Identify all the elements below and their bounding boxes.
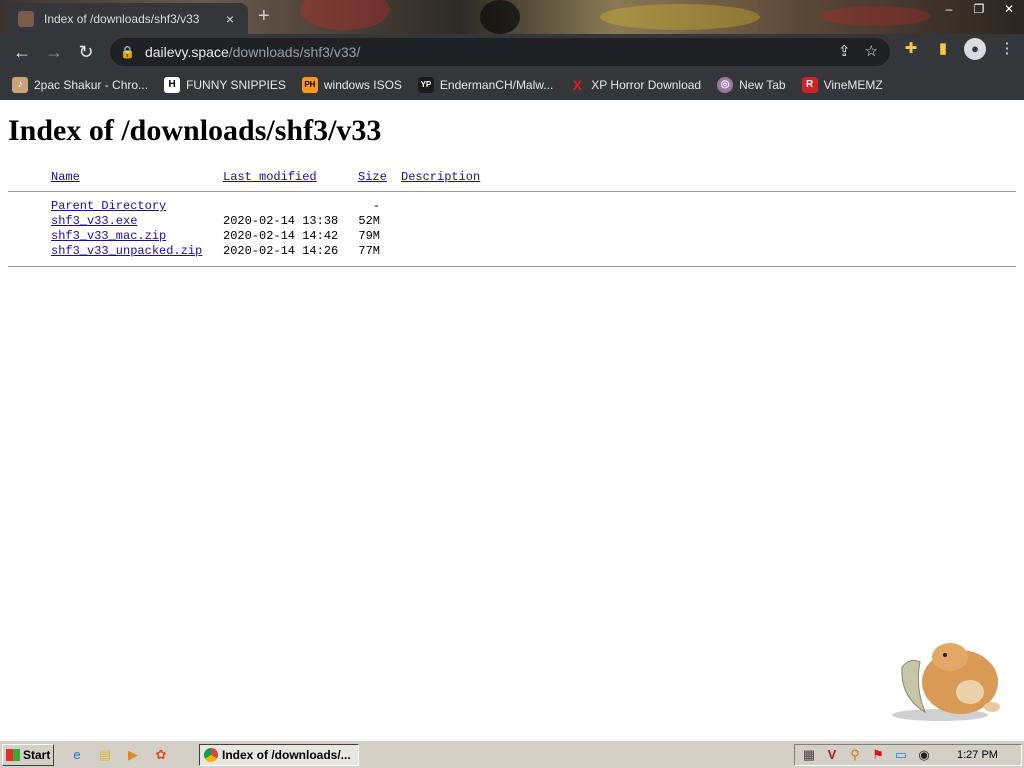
forward-button[interactable]: → <box>38 36 70 68</box>
bookmark-star-icon[interactable]: ☆ <box>865 42 878 60</box>
clock[interactable]: 1:27 PM <box>957 749 998 761</box>
lock-icon[interactable]: 🔒 <box>120 45 135 59</box>
column-header-description[interactable]: Description <box>401 170 480 184</box>
column-header-size[interactable]: Size <box>358 170 387 184</box>
media-player-icon[interactable]: ▶ <box>124 746 142 764</box>
new-tab-button[interactable]: + <box>258 6 270 26</box>
side-panel-icon[interactable]: ▮ <box>932 38 954 60</box>
reload-button[interactable]: ↻ <box>70 36 102 68</box>
bookmark-item[interactable]: R VineMEMZ <box>801 77 883 93</box>
parent-directory-link[interactable]: Parent Directory <box>51 199 166 213</box>
bookmark-item[interactable]: PH windows ISOS <box>301 77 402 93</box>
bookmark-item[interactable]: YP EndermanCH/Malw... <box>417 77 554 93</box>
chrome-icon <box>204 748 218 762</box>
tab-title: Index of /downloads/shf3/v33 <box>44 11 200 26</box>
page-title: Index of /downloads/shf3/v33 <box>8 114 382 147</box>
bookmark-item[interactable]: X XP Horror Download <box>569 77 702 93</box>
browser-toolbar: ← → ↻ 🔒 dailevy.space/downloads/shf3/v33… <box>0 34 1024 70</box>
v-app-icon[interactable]: V <box>824 747 840 763</box>
file-link[interactable]: shf3_v33_unpacked.zip <box>51 244 202 258</box>
bookmark-label: windows ISOS <box>323 78 402 92</box>
bookmark-label: VineMEMZ <box>823 78 883 92</box>
file-link[interactable]: shf3_v33.exe <box>51 214 137 228</box>
app-shortcut-icon[interactable]: ✿ <box>152 746 170 764</box>
media-icon[interactable]: ◉ <box>916 747 932 763</box>
file-list: Parent Directory - shf3_v33.exe 2020-02-… <box>8 199 1016 259</box>
search-icon[interactable]: ⚲ <box>847 747 863 763</box>
bookmark-item[interactable]: H FUNNY SNIPPIES <box>164 77 286 93</box>
windows-taskbar: Start e ▤ ▶ ✿ Index of /downloads/... ▦ … <box>0 740 1024 768</box>
hamster-sticker-image <box>892 643 1000 721</box>
file-size: 77M <box>358 244 380 258</box>
table-row: shf3_v33_unpacked.zip 2020-02-14 14:26 7… <box>8 244 1016 259</box>
table-row: Parent Directory - <box>8 199 1016 214</box>
folder-icon[interactable]: ▤ <box>96 746 114 764</box>
tab-favicon-icon <box>18 10 34 27</box>
address-bar[interactable]: 🔒 dailevy.space/downloads/shf3/v33/ ⇪ ☆ <box>110 38 890 66</box>
table-row: shf3_v33.exe 2020-02-14 13:38 52M <box>8 214 1016 229</box>
x-logo-icon: X <box>572 77 582 93</box>
menu-kebab-icon[interactable]: ⋮ <box>996 38 1018 60</box>
window-controls: – ❐ ✕ <box>934 0 1024 18</box>
music-icon: ♪ <box>12 77 28 93</box>
close-tab-icon[interactable]: × <box>222 11 238 27</box>
file-date: 2020-02-14 14:42 <box>223 229 339 243</box>
back-button[interactable]: ← <box>6 36 38 68</box>
bookmarks-bar: ♪ 2pac Shakur - Chro... H FUNNY SNIPPIES… <box>0 70 1024 100</box>
listing-header: Name Last modified Size Description <box>8 170 1016 185</box>
taskbar-window-chrome[interactable]: Index of /downloads/... <box>199 744 359 766</box>
share-icon[interactable]: ⇪ <box>838 42 851 60</box>
start-button[interactable]: Start <box>2 743 54 766</box>
system-tray: ▦ V ⚲ ⚑ ▭ ◉ 1:27 PM <box>794 744 1022 766</box>
bookmark-label: EndermanCH/Malw... <box>439 78 554 92</box>
file-size: 52M <box>358 214 380 228</box>
file-date: 2020-02-14 13:38 <box>223 214 339 228</box>
monitor-icon[interactable]: ▭ <box>893 747 909 763</box>
flag-icon[interactable]: ⚑ <box>870 747 886 763</box>
file-link[interactable]: shf3_v33_mac.zip <box>51 229 166 243</box>
file-size: - <box>372 199 380 213</box>
url-text[interactable]: dailevy.space/downloads/shf3/v33/ <box>145 44 360 60</box>
divider <box>8 266 1016 267</box>
internet-explorer-icon[interactable]: e <box>68 746 86 764</box>
file-size: 79M <box>358 229 380 243</box>
close-window-icon[interactable]: ✕ <box>994 0 1024 18</box>
page-content: Index of /downloads/shf3/v33 Name Last m… <box>0 102 1024 740</box>
column-header-name[interactable]: Name <box>51 170 80 184</box>
yp-logo-icon: YP <box>417 77 434 93</box>
start-label: Start <box>23 747 51 762</box>
minimize-icon[interactable]: – <box>934 0 964 18</box>
restore-icon[interactable]: ❐ <box>964 0 994 18</box>
bookmark-label: 2pac Shakur - Chro... <box>34 78 149 92</box>
column-header-last-modified[interactable]: Last modified <box>223 170 317 184</box>
r-logo-icon: R <box>801 77 818 93</box>
h-logo-icon: H <box>164 77 181 93</box>
ph-logo-icon: PH <box>301 77 318 93</box>
divider <box>8 191 1016 192</box>
extensions-puzzle-icon[interactable]: ✚ <box>900 38 922 60</box>
bookmark-label: XP Horror Download <box>591 78 702 92</box>
bookmark-label: New Tab <box>739 78 786 92</box>
bookmark-item[interactable]: ♪ 2pac Shakur - Chro... <box>12 77 148 93</box>
file-date: 2020-02-14 14:26 <box>223 244 339 258</box>
windows-flag-icon <box>6 748 20 761</box>
bookmark-label: FUNNY SNIPPIES <box>186 78 286 92</box>
profile-avatar-icon[interactable]: ● <box>964 38 986 60</box>
browser-tab-active[interactable]: Index of /downloads/shf3/v33 × <box>8 3 248 34</box>
quick-launch: e ▤ ▶ ✿ <box>68 746 170 764</box>
globe-icon: ◎ <box>717 77 734 93</box>
network-icon[interactable]: ▦ <box>801 747 817 763</box>
browser-titlebar: Index of /downloads/shf3/v33 × + – ❐ ✕ <box>0 0 1024 34</box>
table-row: shf3_v33_mac.zip 2020-02-14 14:42 79M <box>8 229 1016 244</box>
bookmark-item[interactable]: ◎ New Tab <box>717 77 786 93</box>
taskbar-window-label: Index of /downloads/... <box>222 748 351 762</box>
